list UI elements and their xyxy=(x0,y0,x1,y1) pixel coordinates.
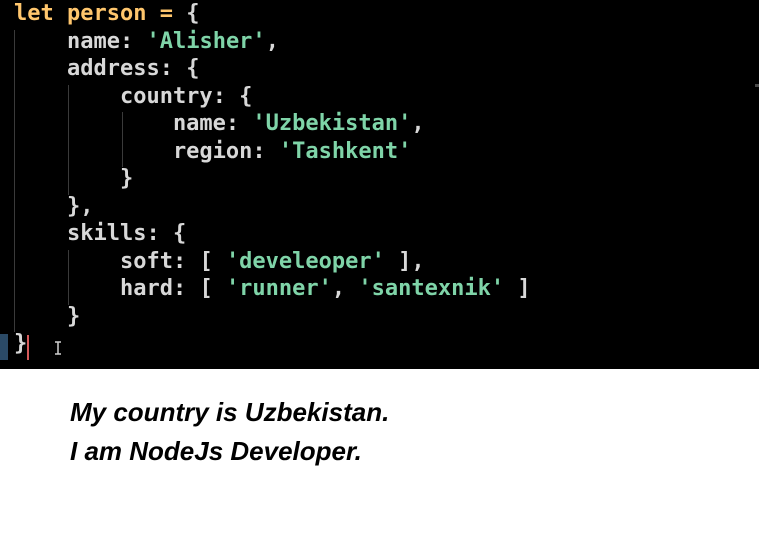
caption-text: My country is Uzbekistan. I am NodeJs De… xyxy=(70,393,389,471)
code-line[interactable]: } xyxy=(14,165,133,193)
code-token-punc: : { xyxy=(212,83,253,109)
caption-line-country: My country is Uzbekistan. xyxy=(70,397,390,427)
code-token-str: 'develeoper' xyxy=(225,248,385,274)
code-token-str: 'Alisher' xyxy=(146,28,266,54)
code-line[interactable]: country: { xyxy=(14,83,252,111)
code-token-punc: , xyxy=(265,28,279,54)
code-line[interactable]: name: 'Uzbekistan', xyxy=(14,110,425,138)
code-token-str: 'runner' xyxy=(225,276,332,301)
code-token-ident: person xyxy=(67,1,147,26)
code-line[interactable]: hard: [ 'runner', 'santexnik' ] xyxy=(14,275,531,303)
code-token-punc: }, xyxy=(14,193,94,219)
code-token-str: 'Uzbekistan' xyxy=(252,111,412,136)
code-token-punc: } xyxy=(14,166,134,191)
code-token-punc: : xyxy=(225,111,253,136)
code-token-punc: : [ xyxy=(172,276,226,301)
ibeam-cursor-icon xyxy=(55,341,61,355)
caption-line-developer: I am NodeJs Developer. xyxy=(70,436,362,466)
code-line[interactable]: address: { xyxy=(14,55,199,83)
code-token-punc: : { xyxy=(146,221,187,246)
code-token-key: region xyxy=(14,138,253,164)
code-line[interactable]: } xyxy=(14,330,27,358)
code-token-punc: } xyxy=(14,303,81,329)
code-line[interactable]: skills: { xyxy=(14,220,186,248)
code-token-punc: : xyxy=(119,28,147,54)
code-token-key: skills xyxy=(14,221,147,246)
code-token-key: country xyxy=(14,83,213,109)
code-editor[interactable]: let person = { name: 'Alisher', address:… xyxy=(0,0,759,369)
code-line[interactable]: } xyxy=(14,303,80,331)
code-token-key: name xyxy=(14,28,120,54)
code-token-punc xyxy=(54,1,67,26)
code-line[interactable]: soft: [ 'develeoper' ], xyxy=(14,248,425,276)
code-token-punc: : xyxy=(252,138,279,164)
code-token-key: name xyxy=(14,111,226,136)
code-token-op: = xyxy=(146,1,187,26)
code-token-punc: } xyxy=(14,331,28,356)
code-token-key: hard xyxy=(14,276,173,301)
scrollbar-marker[interactable] xyxy=(755,84,759,87)
text-cursor xyxy=(27,335,29,360)
code-token-punc: ], xyxy=(384,248,425,274)
code-token-punc: , xyxy=(411,111,425,136)
current-line-marker xyxy=(0,334,8,360)
code-token-punc: , xyxy=(331,276,359,301)
code-token-kw: let xyxy=(14,1,54,26)
code-token-punc: ] xyxy=(504,276,531,301)
code-line[interactable]: }, xyxy=(14,193,94,221)
code-line[interactable]: let person = { xyxy=(14,0,199,28)
code-line[interactable]: region: 'Tashkent' xyxy=(14,138,411,166)
code-token-punc: : [ xyxy=(172,248,226,274)
code-token-punc: { xyxy=(186,1,200,26)
code-line[interactable]: name: 'Alisher', xyxy=(14,28,279,56)
code-token-punc: : { xyxy=(159,56,200,81)
code-token-key: address xyxy=(14,56,160,81)
code-token-str: 'Tashkent' xyxy=(278,138,412,164)
code-token-str: 'santexnik' xyxy=(358,276,505,301)
code-token-key: soft xyxy=(14,248,173,274)
